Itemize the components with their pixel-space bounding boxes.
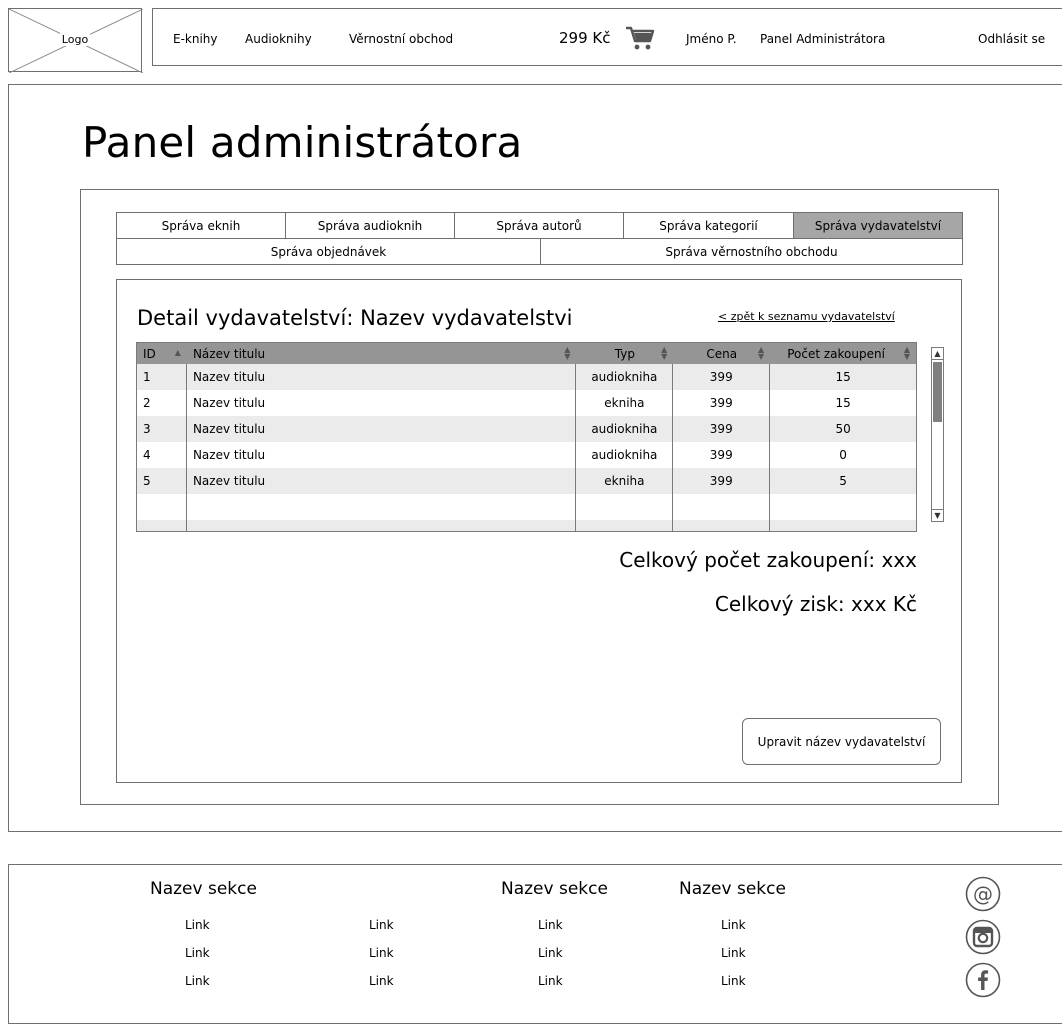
rename-publisher-button[interactable]: Upravit název vydavatelství <box>742 718 941 765</box>
footer-link[interactable]: Link <box>185 946 210 960</box>
logo[interactable]: Logo <box>8 8 143 73</box>
instagram-icon[interactable] <box>965 919 1001 955</box>
col-header-type[interactable]: Typ ▲ ▼ <box>576 343 673 364</box>
tab-manage-orders[interactable]: Správa objednávek <box>116 238 541 265</box>
footer-link[interactable]: Link <box>369 974 394 988</box>
cell-id: 5 <box>137 468 187 494</box>
scroll-down-icon[interactable]: ▼ <box>932 509 943 521</box>
table-row-empty <box>137 520 916 531</box>
cell-price: 399 <box>673 364 771 390</box>
footer-link[interactable]: Link <box>721 918 746 932</box>
cell-price: 399 <box>673 442 771 468</box>
scroll-up-icon[interactable]: ▲ <box>932 348 943 360</box>
footer-section-title: Nazev sekce <box>679 879 786 899</box>
cell-purchases: 15 <box>835 370 851 384</box>
tab-manage-authors[interactable]: Správa autorů <box>454 212 624 239</box>
logo-label: Logo <box>59 33 91 46</box>
nav-loyalty-shop[interactable]: Věrnostní obchod <box>349 32 453 46</box>
table-header-row: ID ▲ Název titulu ▲ ▼ Typ ▲ ▼ Cena ▲ ▼ Počet za… <box>137 343 916 364</box>
user-name[interactable]: Jméno P. <box>686 32 737 46</box>
cell-type: audiokniha <box>576 364 674 390</box>
cell-id: 3 <box>137 416 187 442</box>
footer-link[interactable]: Link <box>185 918 210 932</box>
footer-link[interactable]: Link <box>538 974 563 988</box>
cell-purchases: 15 <box>835 396 851 410</box>
cell-type: ekniha <box>576 390 674 416</box>
nav-audiobooks[interactable]: Audioknihy <box>245 32 312 46</box>
sort-icon: ▲ ▼ <box>564 345 571 361</box>
tab-row-2: Správa objednávek Správa věrnostního obc… <box>116 238 963 265</box>
footer-link[interactable]: Link <box>185 974 210 988</box>
footer-link[interactable]: Link <box>721 946 746 960</box>
cell-title: Nazev titulu <box>187 390 577 416</box>
tab-manage-categories[interactable]: Správa kategorií <box>623 212 794 239</box>
table-row-empty <box>137 494 916 520</box>
footer-link[interactable]: Link <box>369 946 394 960</box>
table-row[interactable]: 5 Nazev titulu ekniha 399 5 <box>137 468 916 494</box>
col-header-purchases[interactable]: Počet zakoupení ▲ ▼ <box>770 343 916 364</box>
detail-title: Detail vydavatelství: Nazev vydavatelstv… <box>137 306 573 330</box>
table-row[interactable]: 1 Nazev titulu audiokniha 399 15 <box>137 364 916 390</box>
nav-ebooks[interactable]: E-knihy <box>173 32 218 46</box>
page-title: Panel administrátora <box>82 118 523 167</box>
total-purchases: Celkový počet zakoupení: xxx <box>619 548 917 572</box>
scroll-thumb[interactable] <box>933 362 942 422</box>
cell-type: audiokniha <box>576 416 674 442</box>
facebook-icon[interactable] <box>965 962 1001 998</box>
tab-row-1: Správa eknih Správa audioknih Správa aut… <box>116 212 963 239</box>
cell-title: Nazev titulu <box>187 442 577 468</box>
titles-table: ID ▲ Název titulu ▲ ▼ Typ ▲ ▼ Cena ▲ ▼ Počet za… <box>136 342 917 532</box>
cell-purchases: 5 <box>839 474 847 488</box>
at-icon[interactable]: @ <box>965 876 1001 912</box>
cell-price: 399 <box>673 390 771 416</box>
col-header-id[interactable]: ID ▲ <box>137 343 187 364</box>
footer-section-title: Nazev sekce <box>150 879 257 899</box>
col-header-price[interactable]: Cena ▲ ▼ <box>673 343 770 364</box>
tab-manage-loyalty-shop[interactable]: Správa věrnostního obchodu <box>540 238 963 265</box>
cell-title: Nazev titulu <box>187 468 577 494</box>
footer-link[interactable]: Link <box>721 974 746 988</box>
cart-icon[interactable] <box>625 25 655 54</box>
svg-text:@: @ <box>973 882 993 906</box>
table-scrollbar[interactable]: ▲ ▼ <box>931 347 944 522</box>
back-to-publishers-link[interactable]: < zpět k seznamu vydavatelství <box>718 310 895 323</box>
logout-link[interactable]: Odhlásit se <box>978 32 1045 46</box>
table-row[interactable]: 4 Nazev titulu audiokniha 399 0 <box>137 442 916 468</box>
nav-admin-panel[interactable]: Panel Administrátora <box>760 32 885 46</box>
cell-id: 1 <box>137 364 187 390</box>
cell-id: 4 <box>137 442 187 468</box>
sort-asc-icon: ▲ <box>174 348 181 357</box>
cell-title: Nazev titulu <box>187 416 577 442</box>
cell-id: 2 <box>137 390 187 416</box>
footer-link[interactable]: Link <box>369 918 394 932</box>
footer-link[interactable]: Link <box>538 918 563 932</box>
cell-purchases: 50 <box>835 422 851 436</box>
top-navigation: E-knihy Audioknihy Věrnostní obchod 299 … <box>152 8 1062 66</box>
cell-type: ekniha <box>576 468 674 494</box>
footer-section-title: Nazev sekce <box>501 879 608 899</box>
footer-link[interactable]: Link <box>538 946 563 960</box>
table-row[interactable]: 3 Nazev titulu audiokniha 399 50 <box>137 416 916 442</box>
sort-icon: ▲ ▼ <box>903 345 910 361</box>
cell-title: Nazev titulu <box>187 364 577 390</box>
sort-icon: ▲ ▼ <box>758 345 765 361</box>
cell-purchases: 0 <box>839 448 847 462</box>
tab-manage-publishers[interactable]: Správa vydavatelství <box>793 212 963 239</box>
cart-price: 299 Kč <box>559 29 611 47</box>
table-row[interactable]: 2 Nazev titulu ekniha 399 15 <box>137 390 916 416</box>
sort-icon: ▲ ▼ <box>661 345 668 361</box>
cell-type: audiokniha <box>576 442 674 468</box>
cell-price: 399 <box>673 416 771 442</box>
cell-price: 399 <box>673 468 771 494</box>
tab-manage-ebooks[interactable]: Správa eknih <box>116 212 286 239</box>
total-profit: Celkový zisk: xxx Kč <box>714 592 917 616</box>
col-header-title[interactable]: Název titulu ▲ ▼ <box>187 343 576 364</box>
tab-manage-audiobooks[interactable]: Správa audioknih <box>285 212 455 239</box>
